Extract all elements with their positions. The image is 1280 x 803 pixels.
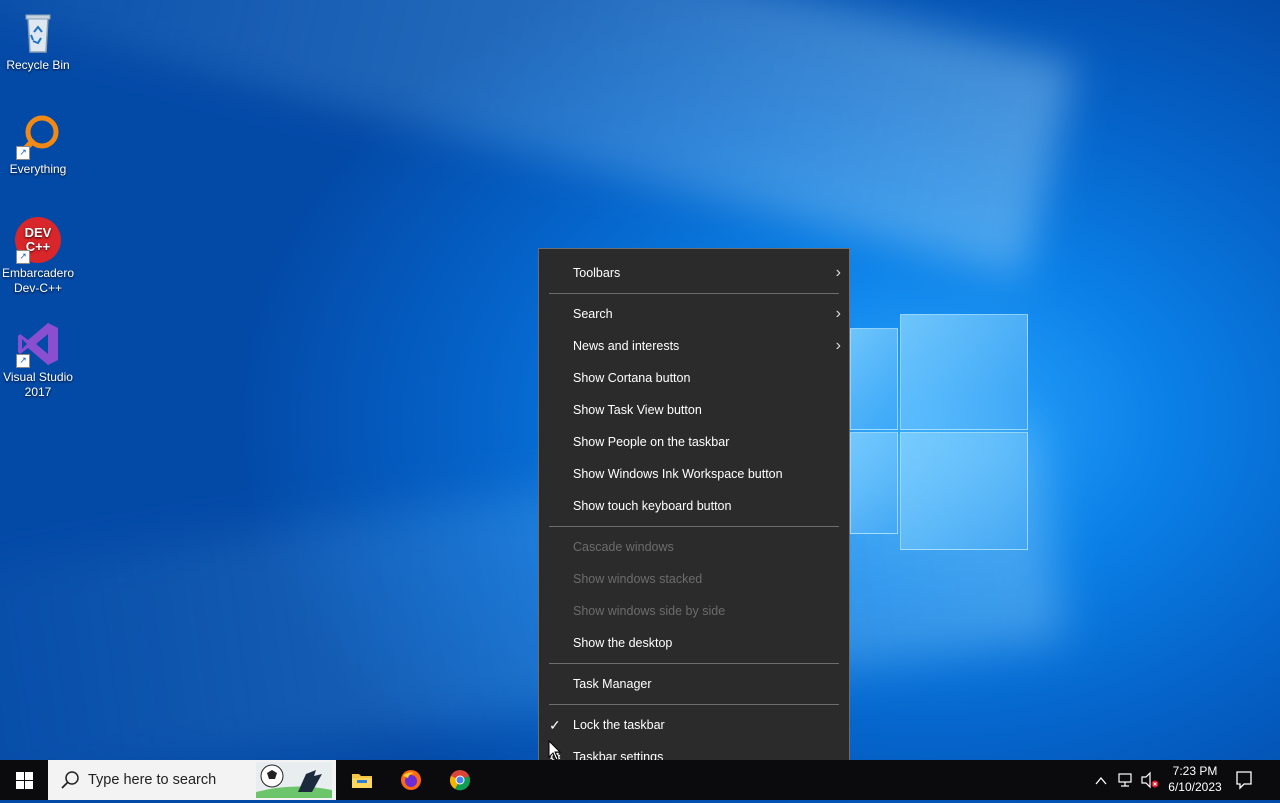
light-beam [0,0,1077,277]
firefox-icon [401,770,421,790]
clock-date: 6/10/2023 [1168,780,1222,794]
everything-search-icon: ↗ [14,112,62,160]
recycle-bin-icon [14,8,62,56]
taskbar-file-explorer[interactable] [338,760,386,800]
network-tray-button[interactable] [1116,760,1138,800]
windows-start-icon [16,772,33,789]
volume-muted-icon [1141,771,1159,789]
desktop-icon-everything[interactable]: ↗ Everything [0,112,76,177]
chevron-right-icon: › [835,305,841,322]
menu-item-show-people[interactable]: Show People on the taskbar [539,426,849,458]
start-button[interactable] [0,760,48,800]
clock-time: 7:23 PM [1172,764,1218,778]
notification-icon [1236,771,1252,790]
menu-item-show-desktop[interactable]: Show the desktop [539,627,849,659]
menu-item-show-windows-side-by-side: Show windows side by side [573,604,726,618]
menu-item-task-manager[interactable]: Task Manager [539,668,849,700]
taskbar-search-box[interactable]: Type here to search [48,760,336,800]
menu-item-show-windows-stacked: Show windows stacked [573,572,703,586]
taskbar-context-menu: Toolbars › Search › News and interests ›… [538,248,850,781]
shortcut-arrow-icon: ↗ [16,250,30,264]
desktop-icon-visual-studio[interactable]: ↗ Visual Studio 2017 [0,320,76,400]
taskbar-chrome[interactable] [436,760,484,800]
taskbar[interactable]: Type here to search 7:23 PM 6/10/2023 [0,760,1280,800]
menu-item-show-cortana-button[interactable]: Show Cortana button [539,362,849,394]
action-center-button[interactable] [1234,760,1264,800]
desktop-icon-label: Embarcadero Dev-C++ [1,266,75,295]
chevron-right-icon: › [835,337,841,354]
menu-item-show-touch-keyboard[interactable]: Show touch keyboard button [539,490,849,522]
menu-item-show-task-view-button[interactable]: Show Task View button [539,394,849,426]
taskbar-clock[interactable]: 7:23 PM 6/10/2023 [1160,763,1230,795]
menu-separator [549,526,839,527]
svg-text:DEV: DEV [25,225,52,240]
desktop-icon-label: Recycle Bin [6,58,70,72]
menu-separator [549,704,839,705]
menu-separator [549,293,839,294]
menu-item-cascade-windows: Cascade windows [573,540,674,554]
shortcut-arrow-icon: ↗ [16,146,30,160]
network-icon [1118,773,1132,787]
windows-logo-wallpaper [848,308,1028,550]
taskbar-firefox[interactable] [387,760,435,800]
chrome-icon [450,770,470,791]
menu-item-news-and-interests[interactable]: News and interests › [539,330,849,362]
menu-item-toolbars[interactable]: Toolbars › [539,257,849,289]
volume-tray-button[interactable] [1140,760,1160,800]
chevron-right-icon: › [835,264,841,281]
desktop-icon-devcpp[interactable]: DEV C++ ↗ Embarcadero Dev-C++ [0,216,76,296]
mouse-cursor-icon [548,740,562,761]
show-hidden-icons-button[interactable] [1094,760,1112,800]
desktop-icon-recycle-bin[interactable]: Recycle Bin [0,8,76,73]
chevron-up-icon [1095,776,1107,785]
menu-item-search[interactable]: Search › [539,298,849,330]
file-explorer-icon [352,774,372,788]
menu-separator [549,663,839,664]
search-icon [61,771,79,789]
menu-item-lock-taskbar[interactable]: ✓ Lock the taskbar [539,709,849,741]
search-highlight-soccer-icon [256,762,332,798]
checkmark-icon: ✓ [549,717,561,733]
desktop-icon-label: Everything [9,162,67,176]
devcpp-icon: DEV C++ ↗ [14,216,62,264]
visual-studio-icon: ↗ [14,320,62,368]
search-placeholder: Type here to search [88,772,217,788]
desktop-icon-label: Visual Studio 2017 [3,370,73,399]
menu-item-show-ink-workspace[interactable]: Show Windows Ink Workspace button [539,458,849,490]
shortcut-arrow-icon: ↗ [16,354,30,368]
